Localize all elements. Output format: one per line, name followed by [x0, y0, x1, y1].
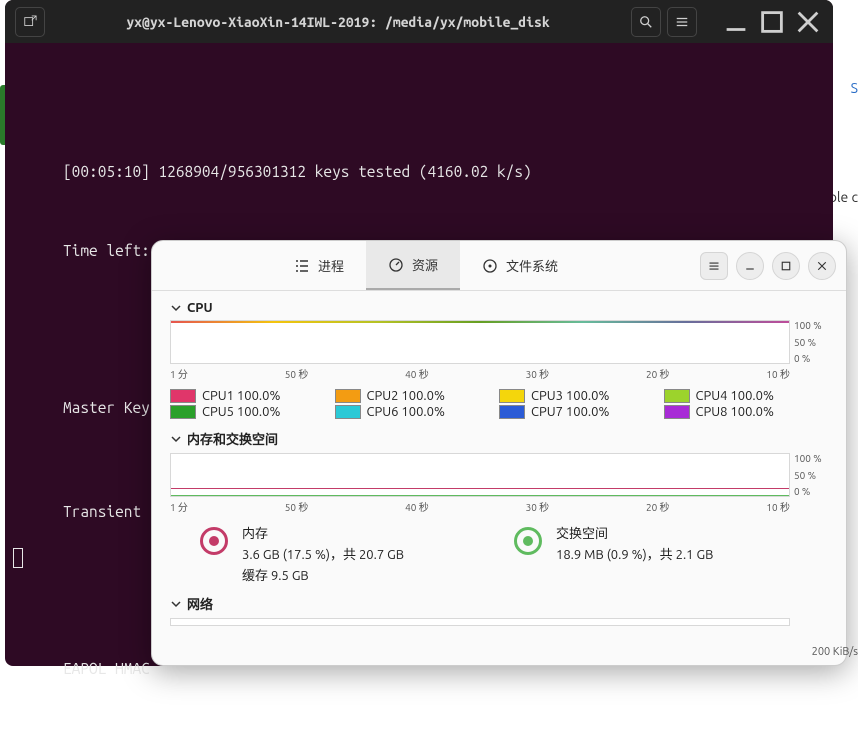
legend-text: CPU2 100.0%	[367, 389, 445, 403]
legend-text: CPU6 100.0%	[367, 405, 445, 419]
side-kb: 200 KiB/s	[812, 646, 858, 658]
tab-label: 资源	[412, 255, 438, 274]
disk-icon	[482, 258, 498, 274]
xlab: 40 秒	[405, 366, 429, 381]
swatch-icon	[335, 389, 361, 403]
xlab: 1 分	[170, 499, 188, 514]
swap-gauge-icon	[514, 527, 542, 555]
xlab: 30 秒	[526, 499, 550, 514]
ylab: 0 %	[794, 486, 828, 497]
mem-graph	[170, 453, 790, 497]
swatch-icon	[499, 405, 525, 419]
sm-close-button[interactable]	[808, 252, 836, 280]
tab-processes[interactable]: 进程	[272, 241, 366, 290]
xlab: 30 秒	[526, 366, 550, 381]
swap-usage: 18.9 MB (0.9 %)，共 2.1 GB	[556, 545, 713, 566]
cpu-legend-item: CPU3 100.0%	[499, 389, 664, 403]
terminal-titlebar: yx@yx-Lenovo-XiaoXin-14IWL-2019: /media/…	[5, 0, 833, 43]
sm-body: CPU 100 % 50 % 0 % 1 分 50 秒 40 秒 30 秒 20 秒 10…	[152, 291, 846, 626]
terminal-cursor	[13, 548, 23, 568]
chevron-down-icon	[170, 433, 182, 445]
cpu-legend-item: CPU1 100.0%	[170, 389, 335, 403]
xlab: 40 秒	[405, 499, 429, 514]
terminal-line: [00:05:10] 1268904/956301312 keys tested…	[63, 159, 775, 185]
close-button[interactable]	[793, 7, 823, 37]
xlab: 50 秒	[285, 499, 309, 514]
sm-maximize-button[interactable]	[772, 252, 800, 280]
mem-header[interactable]: 内存和交换空间	[170, 429, 828, 448]
tab-label: 文件系统	[506, 256, 558, 275]
system-monitor-window: 进程 资源 文件系统 CPU 100 % 50 % 0 %	[151, 240, 847, 666]
menu-button[interactable]	[667, 7, 697, 37]
swatch-icon	[335, 405, 361, 419]
cpu-legend-item: CPU6 100.0%	[335, 405, 500, 419]
xlab: 20 秒	[646, 366, 670, 381]
sm-minimize-button[interactable]	[736, 252, 764, 280]
net-header[interactable]: 网络	[170, 594, 828, 613]
swap-block: 交换空间 18.9 MB (0.9 %)，共 2.1 GB	[514, 524, 828, 586]
cpu-legend-item: CPU7 100.0%	[499, 405, 664, 419]
sm-header: 进程 资源 文件系统	[152, 241, 846, 291]
cpu-legend-item: CPU2 100.0%	[335, 389, 500, 403]
legend-text: CPU7 100.0%	[531, 405, 609, 419]
cpu-legend-item: CPU5 100.0%	[170, 405, 335, 419]
net-title: 网络	[187, 594, 213, 613]
terminal-title: yx@yx-Lenovo-XiaoXin-14IWL-2019: /media/…	[51, 14, 625, 30]
chevron-down-icon	[170, 302, 182, 314]
xlab: 1 分	[170, 366, 188, 381]
cpu-legend-item: CPU8 100.0%	[664, 405, 829, 419]
minimize-button[interactable]	[721, 7, 751, 37]
list-icon	[294, 258, 310, 274]
ylab: 100 %	[794, 453, 828, 464]
mem-usage: 3.6 GB (17.5 %)，共 20.7 GB	[242, 545, 404, 566]
mem-label: 内存	[242, 524, 404, 545]
gauge-icon	[388, 257, 404, 273]
swatch-icon	[664, 389, 690, 403]
legend-text: CPU8 100.0%	[696, 405, 774, 419]
sm-tabs: 进程 资源 文件系统	[152, 241, 700, 290]
net-graph	[170, 618, 790, 626]
cpu-section: CPU 100 % 50 % 0 % 1 分 50 秒 40 秒 30 秒 20 秒 10…	[170, 301, 828, 421]
mem-title: 内存和交换空间	[187, 429, 278, 448]
swatch-icon	[664, 405, 690, 419]
legend-text: CPU5 100.0%	[202, 405, 280, 419]
mem-gauge-icon	[200, 527, 228, 555]
tab-resources[interactable]: 资源	[366, 241, 460, 290]
xlab: 20 秒	[646, 499, 670, 514]
maximize-button[interactable]	[757, 7, 787, 37]
chevron-down-icon	[170, 598, 182, 610]
ylab: 50 %	[794, 337, 828, 348]
swatch-icon	[170, 405, 196, 419]
legend-text: CPU1 100.0%	[202, 389, 280, 403]
xlab: 10 秒	[766, 499, 790, 514]
new-tab-button[interactable]	[15, 7, 45, 37]
swatch-icon	[499, 389, 525, 403]
legend-text: CPU3 100.0%	[531, 389, 609, 403]
side-text: ble c	[829, 189, 858, 205]
tab-label: 进程	[318, 256, 344, 275]
xlab: 50 秒	[285, 366, 309, 381]
mem-section: 内存和交换空间 100 % 50 % 0 % 1 分 50 秒 40 秒 30 秒 20…	[170, 429, 828, 586]
ylab: 100 %	[794, 320, 828, 331]
ylab: 50 %	[794, 470, 828, 481]
cpu-graph	[170, 320, 790, 364]
legend-text: CPU4 100.0%	[696, 389, 774, 403]
cpu-title: CPU	[187, 301, 213, 315]
swatch-icon	[170, 389, 196, 403]
xlab: 10 秒	[766, 366, 790, 381]
side-link[interactable]: S	[851, 80, 858, 96]
cpu-header[interactable]: CPU	[170, 301, 828, 315]
cpu-legend-item: CPU4 100.0%	[664, 389, 829, 403]
mem-cache: 缓存 9.5 GB	[242, 566, 404, 587]
search-button[interactable]	[631, 7, 661, 37]
net-section: 网络	[170, 594, 828, 626]
swap-label: 交换空间	[556, 524, 713, 545]
tab-filesystems[interactable]: 文件系统	[460, 241, 580, 290]
ylab: 0 %	[794, 353, 828, 364]
sm-menu-button[interactable]	[700, 252, 728, 280]
mem-block: 内存 3.6 GB (17.5 %)，共 20.7 GB 缓存 9.5 GB	[200, 524, 514, 586]
